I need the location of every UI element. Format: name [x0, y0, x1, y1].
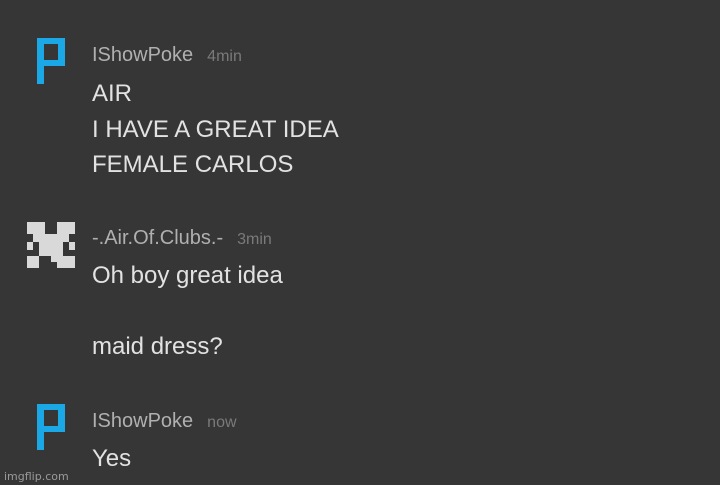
- pixel-x-icon: [27, 222, 75, 268]
- timestamp: now: [207, 414, 237, 431]
- message-line: [92, 294, 283, 330]
- pixel-p-icon: [37, 404, 65, 450]
- avatar[interactable]: [27, 404, 75, 452]
- watermark: imgflip.com: [4, 470, 69, 483]
- message-line: maid dress?: [92, 333, 223, 360]
- message-line: I HAVE A GREAT IDEA: [92, 115, 339, 143]
- timestamp: 4min: [207, 48, 242, 65]
- pixel-p-icon: [37, 38, 65, 84]
- avatar[interactable]: [27, 38, 75, 86]
- message-line: Yes: [92, 445, 132, 472]
- message-line: FEMALE CARLOS: [92, 151, 294, 178]
- message-body: AIR I HAVE A GREAT IDEA FEMALE CARLOS: [92, 76, 339, 183]
- message-line: AIR: [92, 80, 133, 107]
- timestamp: 3min: [237, 231, 272, 248]
- message-header: IShowPoke 4min: [92, 44, 242, 67]
- message-body: Yes: [92, 441, 131, 477]
- message-body: Oh boy great idea maid dress?: [92, 258, 283, 365]
- message-header: IShowPoke now: [92, 410, 237, 433]
- message-line: Oh boy great idea: [92, 262, 283, 289]
- username[interactable]: -.Air.Of.Clubs.-: [92, 227, 223, 249]
- avatar[interactable]: [27, 222, 75, 270]
- username[interactable]: IShowPoke: [92, 44, 193, 66]
- message-header: -.Air.Of.Clubs.- 3min: [92, 227, 272, 250]
- username[interactable]: IShowPoke: [92, 410, 193, 432]
